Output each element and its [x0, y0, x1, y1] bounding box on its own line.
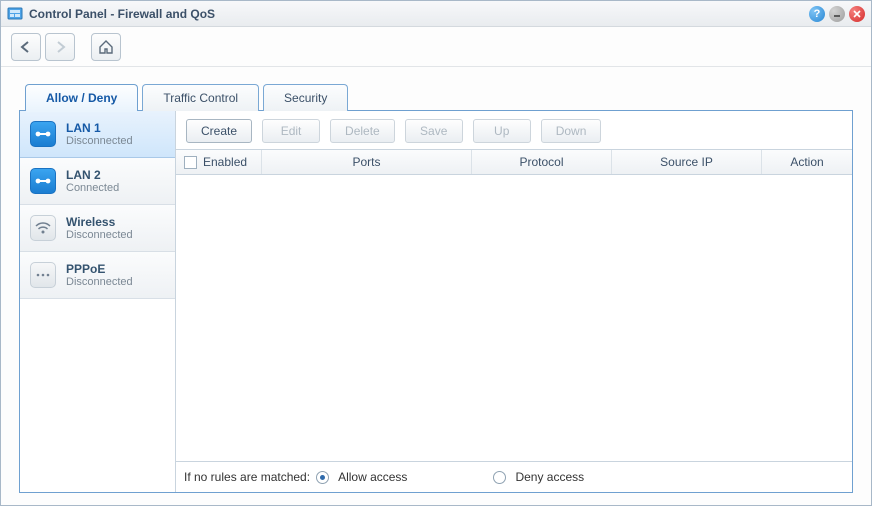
sidebar-item-pppoe[interactable]: PPPoE Disconnected [20, 252, 175, 299]
col-enabled-label: Enabled [203, 155, 247, 169]
sidebar-item-status: Connected [66, 182, 119, 194]
app-window: Control Panel - Firewall and QoS ? [0, 0, 872, 506]
sidebar-item-status: Disconnected [66, 229, 133, 241]
lan-icon [30, 121, 56, 147]
sidebar-item-lan1[interactable]: LAN 1 Disconnected [20, 111, 175, 158]
edit-button[interactable]: Edit [262, 119, 320, 143]
pppoe-icon [30, 262, 56, 288]
save-button[interactable]: Save [405, 119, 463, 143]
sidebar-item-name: PPPoE [66, 262, 133, 276]
rules-grid-header: Enabled Ports Protocol Source IP Action [176, 149, 852, 175]
col-protocol[interactable]: Protocol [472, 150, 612, 174]
create-button[interactable]: Create [186, 119, 252, 143]
delete-button[interactable]: Delete [330, 119, 395, 143]
tab-label: Security [284, 91, 327, 105]
rules-pane: Create Edit Delete Save Up Down Enabled … [176, 111, 852, 492]
tab-strip: Allow / Deny Traffic Control Security [25, 83, 853, 110]
allow-access-radio[interactable] [316, 471, 329, 484]
lan-icon [30, 168, 56, 194]
tab-traffic-control[interactable]: Traffic Control [142, 84, 259, 111]
sidebar-item-name: LAN 2 [66, 168, 119, 182]
tab-allow-deny[interactable]: Allow / Deny [25, 84, 138, 111]
navbar [1, 27, 871, 67]
nav-home-group [91, 33, 121, 61]
sidebar-item-name: Wireless [66, 215, 133, 229]
sidebar-item-lan2[interactable]: LAN 2 Connected [20, 158, 175, 205]
col-source-ip[interactable]: Source IP [612, 150, 762, 174]
rules-grid-body [176, 175, 852, 461]
allow-deny-panel: LAN 1 Disconnected LAN 2 Connected [19, 110, 853, 493]
back-button[interactable] [11, 33, 41, 61]
tab-label: Traffic Control [163, 91, 238, 105]
titlebar: Control Panel - Firewall and QoS ? [1, 1, 871, 27]
minimize-button[interactable] [829, 6, 845, 22]
default-policy-row: If no rules are matched: Allow access De… [176, 461, 852, 492]
window-title: Control Panel - Firewall and QoS [29, 7, 809, 21]
deny-access-label: Deny access [515, 470, 584, 484]
nav-history-group [11, 33, 75, 61]
tab-label: Allow / Deny [46, 91, 117, 105]
col-action[interactable]: Action [762, 150, 852, 174]
home-button[interactable] [91, 33, 121, 61]
forward-button[interactable] [45, 33, 75, 61]
sidebar-item-status: Disconnected [66, 276, 133, 288]
default-policy-label: If no rules are matched: [184, 470, 310, 484]
select-all-checkbox[interactable] [184, 156, 197, 169]
tab-security[interactable]: Security [263, 84, 348, 111]
control-panel-icon [7, 6, 23, 22]
allow-access-label: Allow access [338, 470, 407, 484]
wifi-icon [30, 215, 56, 241]
window-controls: ? [809, 6, 865, 22]
help-button[interactable]: ? [809, 6, 825, 22]
interface-sidebar: LAN 1 Disconnected LAN 2 Connected [20, 111, 176, 492]
rules-toolbar: Create Edit Delete Save Up Down [176, 111, 852, 149]
up-button[interactable]: Up [473, 119, 531, 143]
content-area: Allow / Deny Traffic Control Security LA… [1, 67, 871, 505]
sidebar-item-name: LAN 1 [66, 121, 133, 135]
sidebar-item-wireless[interactable]: Wireless Disconnected [20, 205, 175, 252]
col-enabled[interactable]: Enabled [176, 150, 262, 174]
close-button[interactable] [849, 6, 865, 22]
sidebar-empty [20, 299, 175, 492]
down-button[interactable]: Down [541, 119, 602, 143]
col-ports[interactable]: Ports [262, 150, 472, 174]
sidebar-item-status: Disconnected [66, 135, 133, 147]
deny-access-radio[interactable] [493, 471, 506, 484]
